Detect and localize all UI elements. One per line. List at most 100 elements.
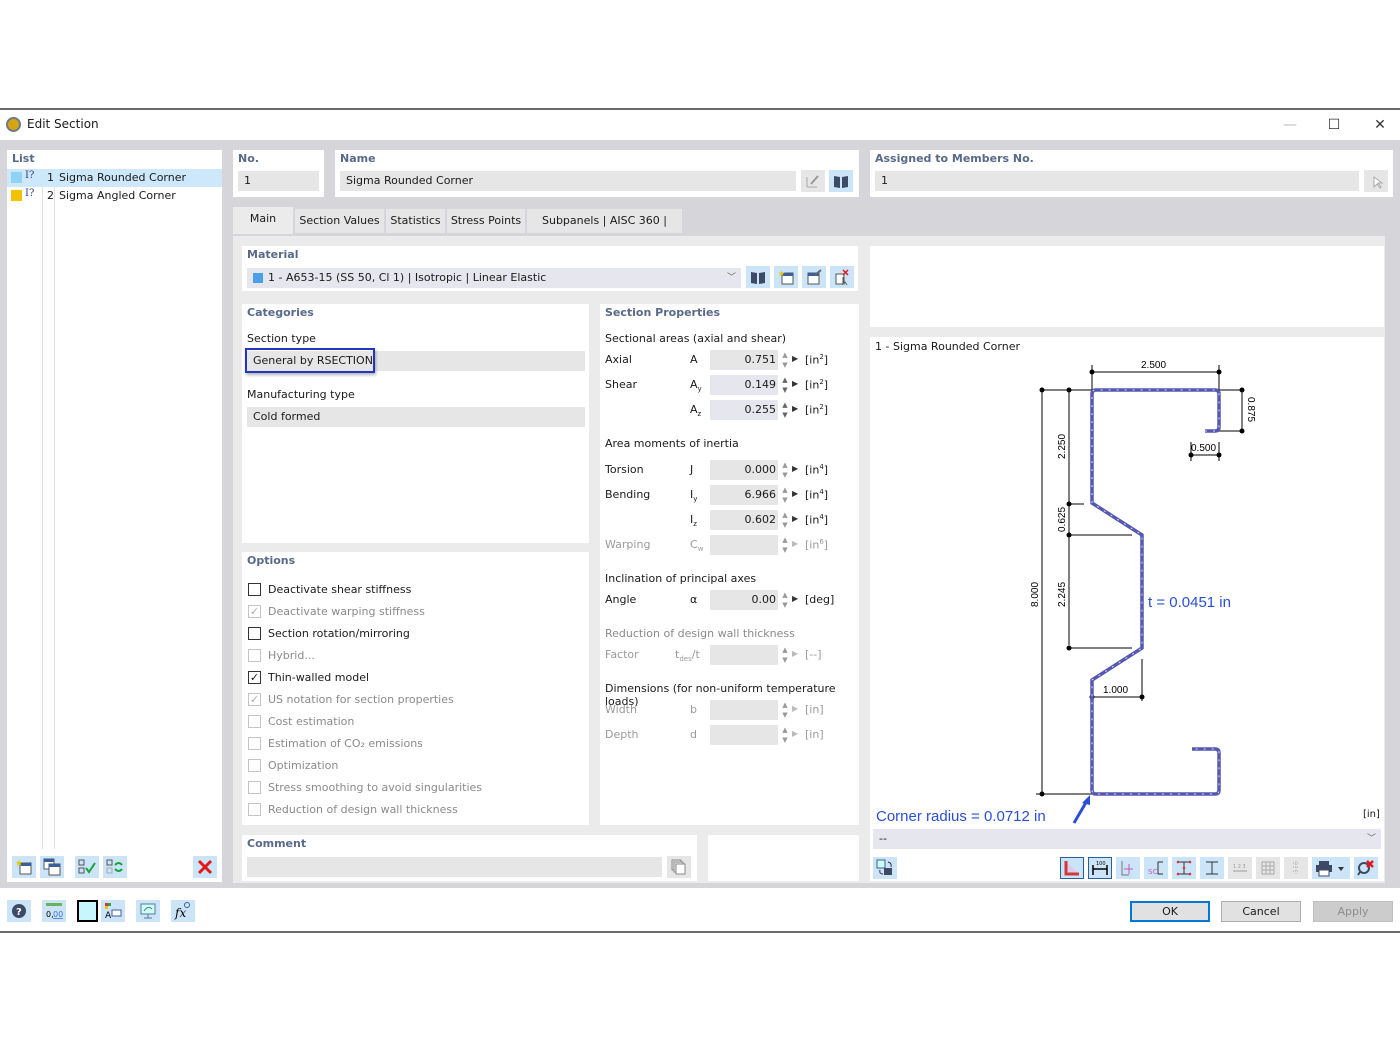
new-section-button[interactable]: ★ [12, 856, 36, 878]
comment-field[interactable] [247, 857, 662, 877]
close-button[interactable]: ✕ [1366, 114, 1394, 136]
spin-icon[interactable]: ▲ ▼ [778, 590, 792, 610]
assigned-members-field[interactable]: 1 [875, 171, 1359, 191]
view-options-button[interactable] [136, 900, 160, 922]
unit-label: [in] [1363, 809, 1380, 820]
pick-material-button[interactable] [830, 266, 854, 288]
arrow-right-icon[interactable]: ▶ [792, 514, 798, 523]
view-axes-button[interactable] [1116, 857, 1140, 879]
delete-section-button[interactable] [193, 856, 217, 878]
minimize-button[interactable]: — [1276, 114, 1304, 136]
arrow-right-icon[interactable]: ▶ [792, 489, 798, 498]
copy-section-button[interactable] [40, 856, 64, 878]
depth-symbol: d [690, 728, 697, 741]
bending-z-value[interactable]: 0.602 [710, 510, 778, 530]
name-field[interactable]: Sigma Rounded Corner [340, 171, 796, 191]
library-button[interactable] [829, 170, 853, 192]
axial-area-value[interactable]: 0.751 [710, 350, 778, 370]
tab-statistics[interactable]: Statistics [386, 209, 446, 233]
help-button[interactable]: ? [7, 900, 31, 922]
dotted-column-icon [1293, 861, 1299, 875]
units-button[interactable]: 0, 00 [42, 900, 66, 922]
spin-icon[interactable]: ▲ ▼ [778, 460, 792, 480]
inertia-unit: [in4] [805, 488, 829, 502]
spin-icon: ▲ ▼ [782, 701, 788, 719]
checkbox-icon[interactable] [248, 626, 261, 640]
material-select[interactable]: 1 - A653-15 (SS 50, Cl 1) | Isotropic | … [247, 268, 741, 288]
svg-text:fx: fx [174, 906, 186, 920]
delete-icon [197, 859, 213, 875]
tab-main[interactable]: Main [233, 207, 294, 234]
view-mesh-button[interactable] [1284, 857, 1308, 879]
axes-icon [1121, 861, 1133, 876]
view-outline-button[interactable] [1200, 857, 1224, 879]
list-item[interactable]: I? 2 Sigma Angled Corner [7, 187, 222, 205]
checkbox-checked-icon[interactable]: ✓ [248, 670, 261, 684]
reset-view-button[interactable] [1354, 857, 1378, 879]
preview-dropdown[interactable]: -- ﹀ [873, 829, 1381, 849]
dim-total-height: 8.000 [1030, 582, 1041, 607]
window-title: Edit Section [27, 117, 99, 131]
view-dimensions-button[interactable]: 100 [1088, 857, 1112, 879]
svg-text:★: ★ [15, 859, 23, 869]
edit-pencil-icon [806, 175, 819, 188]
option-label: Thin-walled model [268, 670, 370, 684]
checkbox-icon[interactable] [248, 582, 261, 596]
view-section-button[interactable] [1060, 857, 1084, 879]
spin-icon[interactable]: ▲ ▼ [778, 400, 792, 420]
view-numbering-button[interactable]: 1 2 3 [1228, 857, 1252, 879]
option-checkbox-row[interactable]: Deactivate shear stiffness [248, 580, 411, 598]
vertical-scrollbar[interactable] [1385, 236, 1392, 883]
check-all-button[interactable] [75, 856, 99, 878]
edit-material-button[interactable] [802, 266, 826, 288]
arrow-right-icon[interactable]: ▶ [792, 594, 798, 603]
tab-subpanels[interactable]: Subpanels | AISC 360 | 2016 [527, 209, 683, 251]
arrow-right-icon[interactable]: ▶ [792, 464, 798, 473]
angle-row: Angle α 0.00 ▲ ▼ ▶ [deg] [605, 590, 855, 610]
option-checkbox-row[interactable]: Section rotation/mirroring [248, 624, 410, 642]
spin-icon[interactable]: ▲ ▼ [778, 375, 792, 395]
option-label: US notation for section properties [268, 692, 454, 706]
arrow-right-icon[interactable]: ▶ [792, 379, 798, 388]
tab-stress-points[interactable]: Stress Points [447, 209, 526, 233]
view-shear-center-button[interactable]: SC [1144, 857, 1168, 879]
bending-y-value[interactable]: 6.966 [710, 485, 778, 505]
view-grid-button[interactable] [1256, 857, 1280, 879]
color-button[interactable] [77, 900, 98, 922]
maximize-button[interactable]: ☐ [1320, 114, 1348, 136]
option-checkbox-row[interactable]: ✓ Thin-walled model [248, 668, 369, 686]
print-button[interactable] [1312, 857, 1350, 879]
ok-button[interactable]: OK [1130, 901, 1210, 922]
new-material-button[interactable]: ★ [774, 266, 798, 288]
apply-button[interactable]: Apply [1313, 901, 1393, 922]
view-stress-points-button[interactable] [1172, 857, 1196, 879]
toggle-check-button[interactable] [103, 856, 127, 878]
manufacturing-type-field[interactable]: Cold formed [247, 407, 585, 427]
number-field[interactable]: 1 [238, 171, 319, 191]
torsion-value[interactable]: 0.000 [710, 460, 778, 480]
formula-button[interactable]: fx [171, 900, 195, 922]
shear-area-z-value[interactable]: 0.255 [710, 400, 778, 420]
area-unit: [in2] [805, 403, 829, 417]
arrow-right-icon[interactable]: ▶ [792, 354, 798, 363]
spin-icon[interactable]: ▲ ▼ [778, 485, 792, 505]
arrow-right-icon[interactable]: ▶ [792, 404, 798, 413]
comment-library-button[interactable] [667, 856, 691, 878]
display-properties-button[interactable]: A [101, 900, 125, 922]
preview-sync-button[interactable] [873, 857, 897, 879]
shear-area-y-value[interactable]: 0.149 [710, 375, 778, 395]
factor-value [710, 645, 778, 665]
list-item[interactable]: I? 1 Sigma Rounded Corner [7, 169, 222, 187]
spin-icon[interactable]: ▲ ▼ [778, 350, 792, 370]
dim-lip-return: 0.500 [1191, 443, 1216, 454]
cancel-button[interactable]: Cancel [1221, 901, 1301, 922]
arrow-head-icon [1082, 795, 1090, 805]
option-checkbox-row: Optimization [248, 756, 338, 774]
tab-section-values[interactable]: Section Values [295, 209, 385, 233]
edit-name-button[interactable] [801, 170, 825, 192]
material-library-button[interactable] [746, 266, 770, 288]
spin-icon[interactable]: ▲ ▼ [778, 510, 792, 530]
pick-members-button[interactable] [1364, 170, 1388, 192]
option-label: Hybrid... [268, 648, 315, 662]
angle-value[interactable]: 0.00 [710, 590, 778, 610]
